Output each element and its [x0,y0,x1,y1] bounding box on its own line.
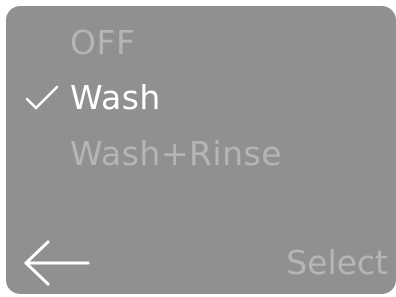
checkmark-icon [25,85,59,110]
menu-item-wash[interactable]: Wash [70,78,161,118]
menu-item-off[interactable]: OFF [70,23,135,63]
menu-item-wash-rinse[interactable]: Wash+Rinse [70,134,282,174]
mode-screen: OFF Wash Wash+Rinse Select [6,6,396,294]
select-button[interactable]: Select [286,243,388,283]
arrow-left-icon[interactable] [22,238,90,288]
